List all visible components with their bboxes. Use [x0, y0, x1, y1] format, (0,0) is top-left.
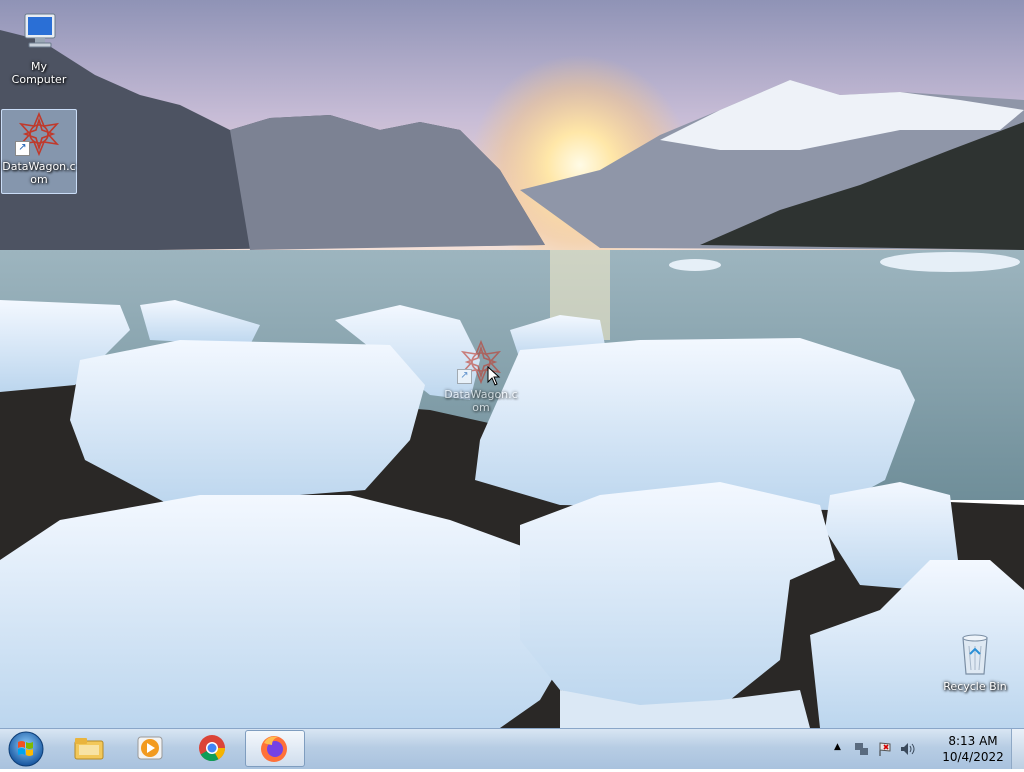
shortcut-arrow-icon: ↗ — [15, 141, 30, 156]
taskbar: ▲ 8:13 AM 10/4/2022 — [0, 728, 1024, 769]
chrome-icon — [199, 735, 226, 762]
datawagon-desktop-icon[interactable]: ↗ DataWagon.com — [1, 109, 77, 194]
clock-date: 10/4/2022 — [942, 750, 1004, 764]
datawagon-logo-icon: ↗ — [15, 110, 63, 158]
recycle-bin-icon — [951, 630, 999, 678]
network-icon[interactable] — [854, 741, 870, 757]
my-computer-label: My Computer — [11, 60, 67, 86]
my-computer-desktop-icon[interactable]: My Computer — [2, 10, 76, 86]
start-button[interactable] — [4, 730, 44, 768]
recycle-bin-desktop-icon[interactable]: Recycle Bin — [938, 630, 1012, 693]
taskbar-media-player-button[interactable] — [122, 730, 178, 767]
shortcut-arrow-icon: ↗ — [457, 369, 472, 384]
clock-time: 8:13 AM — [948, 734, 998, 748]
folder-icon — [74, 738, 104, 760]
action-center-flag-icon[interactable] — [877, 741, 893, 757]
media-player-icon — [137, 736, 163, 760]
taskbar-firefox-button[interactable] — [245, 730, 305, 767]
recycle-bin-label: Recycle Bin — [943, 680, 1007, 693]
windows-logo-icon — [8, 731, 44, 767]
taskbar-explorer-button[interactable] — [61, 730, 117, 767]
taskbar-clock[interactable]: 8:13 AM 10/4/2022 — [930, 733, 1016, 765]
datawagon-drag-ghost: ↗ DataWagon.com — [444, 338, 518, 414]
datawagon-label: DataWagon.com — [2, 160, 76, 186]
volume-icon[interactable] — [899, 741, 915, 757]
datawagon-ghost-label: DataWagon.com — [444, 388, 518, 414]
mouse-pointer-icon — [487, 366, 501, 386]
computer-icon — [15, 10, 63, 58]
desktop[interactable]: My Computer ↗ DataWagon.com ↗ DataWagon.… — [0, 0, 1024, 728]
show-desktop-button[interactable] — [1011, 729, 1024, 769]
show-hidden-icons-arrow[interactable]: ▲ — [834, 742, 841, 752]
firefox-icon — [261, 736, 287, 762]
taskbar-chrome-button[interactable] — [184, 730, 240, 767]
